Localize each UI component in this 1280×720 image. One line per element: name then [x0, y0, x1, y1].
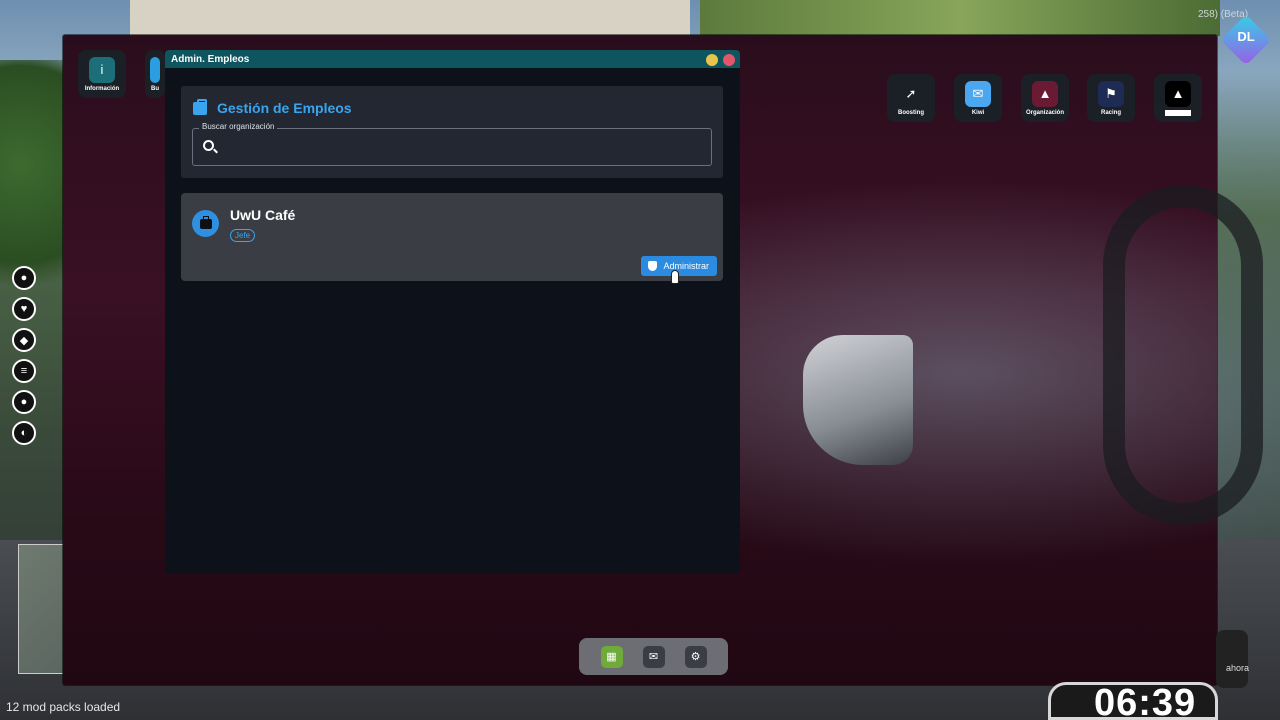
settings-icon[interactable]: ⚙ — [684, 645, 707, 668]
app-organizacion[interactable]: ▲ Organización — [1021, 74, 1069, 122]
app-label: Racing — [1100, 109, 1121, 116]
administrar-button[interactable]: Administrar — [641, 256, 717, 276]
voice-icon: ● — [12, 266, 36, 290]
clock-time: 06:39 — [1094, 682, 1197, 720]
minimize-button[interactable] — [706, 54, 718, 66]
panel-title: Gestión de Empleos — [217, 100, 352, 116]
search-field[interactable]: Buscar organización — [192, 122, 712, 166]
hunger-icon: ≡ — [12, 359, 36, 383]
app-partial[interactable]: Bu — [145, 50, 165, 98]
chat-icon: ✉ — [965, 80, 991, 107]
administrar-label: Administrar — [663, 261, 709, 271]
window-titlebar[interactable]: Admin. Empleos — [165, 50, 740, 68]
health-icon: ♥ — [12, 297, 36, 321]
admin-shield-icon — [648, 261, 658, 271]
app-label: Boosting — [898, 109, 924, 116]
window-title: Admin. Empleos — [171, 53, 250, 65]
info-icon: i — [89, 56, 115, 83]
minimap — [18, 544, 64, 674]
mod-packs-status: 12 mod packs loaded — [6, 700, 121, 714]
rocket-icon: ➚ — [898, 80, 924, 107]
search-label: Buscar organización — [199, 122, 278, 131]
briefcase-icon — [199, 215, 212, 229]
tablet-dock: ▦ ✉ ⚙ — [579, 638, 728, 675]
notification-time: ahora — [1226, 663, 1250, 673]
mouse-cursor-icon — [671, 270, 679, 284]
mail-icon[interactable]: ✉ — [642, 645, 665, 668]
server-logo-text: DL — [1237, 29, 1255, 44]
organization-name: UwU Café — [230, 207, 296, 223]
organization-avatar — [192, 210, 219, 237]
armor-icon: ◆ — [12, 328, 36, 352]
close-button[interactable] — [723, 54, 735, 66]
app-label: Información — [84, 85, 120, 92]
wallpaper-car — [803, 335, 913, 465]
app-label: Bu — [151, 85, 159, 92]
app-label: Kiwi — [971, 109, 985, 116]
background-house — [130, 0, 690, 40]
panel-header: Gestión de Empleos — [193, 98, 352, 116]
background-trees — [700, 0, 1220, 36]
flag-icon: ⚑ — [1098, 80, 1124, 107]
admin-window: Admin. Empleos Gestión de Empleos Buscar… — [165, 50, 740, 574]
role-badge: Jefe — [230, 229, 256, 242]
lock-icon: ▲ — [1165, 80, 1191, 107]
wallpaper-wheel — [1103, 185, 1263, 525]
search-panel: Gestión de Empleos Buscar organización — [181, 86, 723, 178]
building-icon: ▲ — [1032, 80, 1058, 107]
organization-card: UwU Café Jefe Administrar — [181, 193, 723, 281]
app-informacion[interactable]: i Información — [78, 50, 126, 98]
notification-widget — [1216, 630, 1248, 688]
search-input[interactable] — [223, 137, 693, 159]
thirst-icon: ● — [12, 390, 36, 414]
stress-icon: ◐ — [12, 421, 36, 445]
app-kiwi[interactable]: ✉ Kiwi — [954, 74, 1002, 122]
app-locked[interactable]: ▲ — [1154, 74, 1202, 122]
briefcase-icon — [193, 98, 207, 115]
app-racing[interactable]: ⚑ Racing — [1087, 74, 1135, 122]
app-label: Organización — [1025, 109, 1064, 116]
app-boosting[interactable]: ➚ Boosting — [887, 74, 935, 122]
app-label — [1165, 109, 1191, 116]
jobs-icon[interactable]: ▦ — [600, 645, 623, 668]
app-icon — [150, 56, 160, 83]
search-icon — [203, 140, 214, 151]
